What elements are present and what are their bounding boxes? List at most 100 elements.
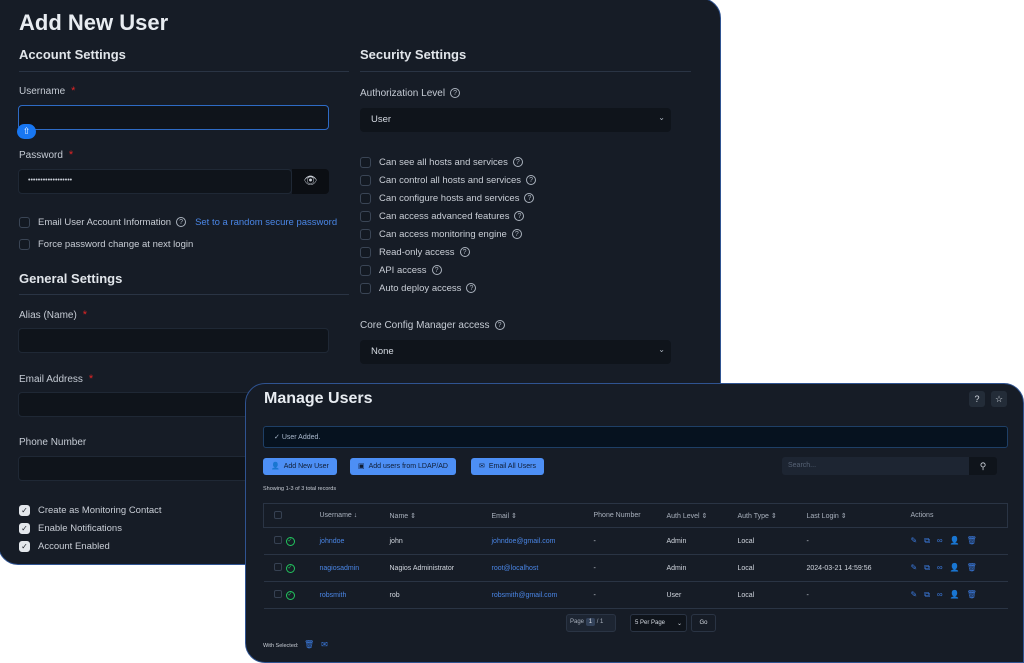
username-input[interactable] [18, 105, 329, 130]
last-login-cell: - [806, 527, 911, 555]
edit-icon[interactable]: ✎ [911, 536, 918, 545]
auth-type-cell: Local [737, 554, 807, 582]
auth-level-cell: Admin [666, 527, 738, 555]
copy-icon[interactable]: ⧉ [924, 590, 930, 599]
auth-level-select[interactable]: User ⌄ [360, 108, 671, 132]
row-checkbox[interactable] [273, 563, 282, 571]
permission-see-all[interactable]: Can see all hosts and services? [360, 154, 536, 172]
bulk-email-icon[interactable]: ✉ [321, 640, 328, 649]
password-input[interactable]: •••••••••••••••••• [18, 169, 292, 194]
page-input[interactable]: 1 [585, 618, 596, 626]
enabled-check-icon: ✓ [285, 536, 295, 546]
password-manager-icon[interactable]: ⇧ [17, 124, 36, 139]
col-auth-level[interactable]: Auth Level ⇕ [667, 504, 738, 528]
permission-monitoring-engine[interactable]: Can access monitoring engine? [360, 226, 536, 244]
success-alert: ✓ User Added. [263, 426, 1008, 448]
ccm-label: Core Config Manager access? [360, 320, 505, 331]
col-last-login[interactable]: Last Login ⇕ [807, 504, 911, 528]
username-link[interactable]: robsmith [319, 581, 390, 609]
id-card-icon: ▣ [358, 463, 365, 470]
account-enabled-checkbox[interactable]: ✓ Account Enabled [19, 538, 110, 556]
alias-label: Alias (Name) * [19, 309, 88, 321]
per-page-select[interactable]: 5 Per Page ⌄ [630, 614, 687, 632]
permission-advanced[interactable]: Can access advanced features? [360, 208, 536, 226]
email-info-checkbox[interactable]: Email User Account Information? Set to a … [19, 214, 337, 232]
phone-label: Phone Number [19, 437, 87, 448]
force-password-change-checkbox[interactable]: Force password change at next login [19, 236, 193, 254]
permission-control-all[interactable]: Can control all hosts and services? [360, 172, 537, 190]
masquerade-icon[interactable]: ∞ [937, 536, 943, 545]
show-password-eye-icon[interactable]: 👁 [292, 169, 329, 194]
favorite-button[interactable]: ☆ [991, 391, 1007, 407]
row-checkbox[interactable] [273, 590, 282, 598]
help-icon: ? [431, 265, 442, 276]
phone-cell: - [593, 527, 667, 555]
chevron-down-icon: ⌄ [658, 113, 665, 122]
copy-icon[interactable]: ⧉ [924, 536, 930, 545]
records-count: Showing 1-3 of 3 total records [263, 486, 337, 492]
table-row: ✓ johndoe john johndoe@gmail.com - Admin… [263, 527, 1008, 555]
help-icon: ? [514, 211, 525, 222]
account-settings-heading: Account Settings [19, 47, 126, 62]
edit-icon[interactable]: ✎ [911, 563, 918, 572]
alias-input[interactable] [18, 328, 329, 353]
copy-icon[interactable]: ⧉ [924, 563, 930, 572]
edit-icon[interactable]: ✎ [911, 590, 918, 599]
auth-level-cell: Admin [666, 554, 738, 582]
ccm-select[interactable]: None ⌄ [360, 340, 671, 364]
delete-icon[interactable]: 🗑 [967, 536, 977, 545]
username-link[interactable]: johndoe [319, 527, 390, 555]
user-plus-icon[interactable]: 👤 [950, 536, 960, 545]
help-icon: ? [450, 88, 461, 99]
email-link[interactable]: robsmith@gmail.com [491, 581, 594, 609]
name-cell: Nagios Administrator [389, 554, 492, 582]
random-password-link[interactable]: Set to a random secure password [195, 217, 337, 228]
help-button[interactable]: ? [969, 391, 985, 407]
select-all-checkbox[interactable] [274, 510, 282, 519]
permission-configure[interactable]: Can configure hosts and services? [360, 190, 536, 208]
last-login-cell: 2024-03-21 14:59:56 [806, 554, 911, 582]
masquerade-icon[interactable]: ∞ [937, 563, 943, 572]
permission-read-only[interactable]: Read-only access? [360, 244, 536, 262]
col-username[interactable]: Username ↓ [320, 504, 390, 528]
permission-api[interactable]: API access? [360, 262, 536, 280]
bulk-delete-icon[interactable]: 🗑 [304, 640, 314, 649]
chevron-down-icon: ⌄ [676, 621, 682, 627]
general-settings-heading: General Settings [19, 271, 123, 286]
user-plus-icon[interactable]: 👤 [950, 590, 960, 599]
permission-auto-deploy[interactable]: Auto deploy access? [360, 280, 536, 298]
last-login-cell: - [806, 581, 911, 609]
table-row: ✓ robsmith rob robsmith@gmail.com - User… [263, 581, 1008, 609]
permissions-list: Can see all hosts and services? Can cont… [360, 154, 537, 298]
col-auth-type[interactable]: Auth Type ⇕ [738, 504, 807, 528]
col-email[interactable]: Email ⇕ [492, 504, 594, 528]
user-plus-icon[interactable]: 👤 [950, 563, 960, 572]
go-button[interactable]: Go [691, 614, 716, 632]
col-actions: Actions [910, 512, 934, 519]
chevron-down-icon: ⌄ [658, 345, 665, 354]
delete-icon[interactable]: 🗑 [967, 590, 977, 599]
auth-type-cell: Local [737, 527, 807, 555]
help-icon: ? [459, 247, 470, 258]
users-table: Username ↓ Name ⇕ Email ⇕ Phone Number A… [263, 503, 1008, 609]
masquerade-icon[interactable]: ∞ [937, 590, 943, 599]
email-link[interactable]: root@localhost [491, 554, 594, 582]
add-ldap-users-button[interactable]: ▣ Add users from LDAP/AD [350, 458, 456, 475]
manage-users-title: Manage Users [264, 390, 373, 407]
email-all-users-button[interactable]: ✉ Email All Users [471, 458, 544, 475]
monitoring-contact-checkbox[interactable]: ✓ Create as Monitoring Contact [19, 502, 162, 520]
search-icon[interactable]: ⚲ [969, 457, 997, 475]
username-link[interactable]: nagiosadmin [319, 554, 390, 582]
delete-icon[interactable]: 🗑 [967, 563, 977, 572]
enable-notifications-checkbox[interactable]: ✓ Enable Notifications [19, 520, 122, 538]
add-new-user-button[interactable]: 👤 Add New User [263, 458, 337, 475]
row-checkbox[interactable] [273, 536, 282, 544]
table-row: ✓ nagiosadmin Nagios Administrator root@… [263, 554, 1008, 582]
help-icon: ? [512, 157, 523, 168]
enabled-check-icon: ✓ [285, 563, 295, 573]
col-name[interactable]: Name ⇕ [390, 504, 492, 528]
email-link[interactable]: johndoe@gmail.com [491, 527, 594, 555]
search-input[interactable]: Search... [782, 457, 970, 475]
enabled-check-icon: ✓ [285, 590, 295, 600]
pagination: Page 1 / 1 [566, 614, 616, 632]
